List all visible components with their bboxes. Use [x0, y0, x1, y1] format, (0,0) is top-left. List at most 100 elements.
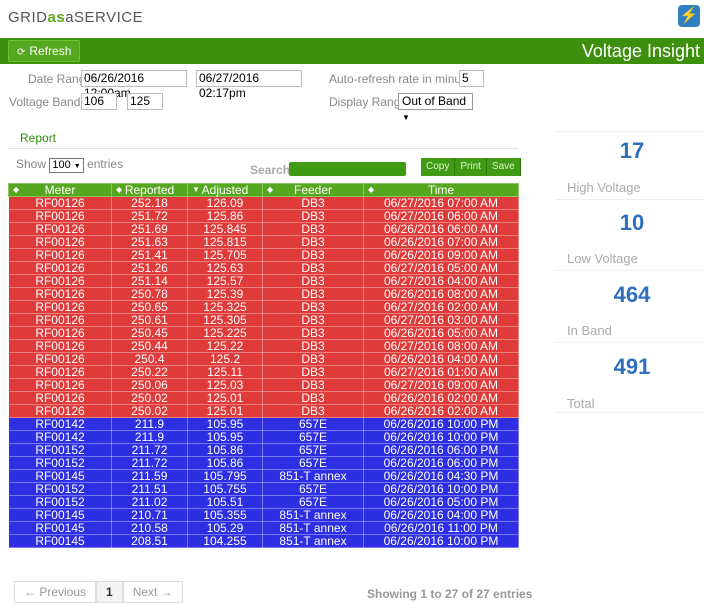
- cell-feeder: DB3: [262, 222, 364, 236]
- table-row[interactable]: RF00145 211.59 105.795 851-T annex 06/26/201…: [8, 469, 519, 483]
- cell-adjusted: 125.01: [187, 391, 263, 405]
- display-range-value: Out of Band: [402, 94, 467, 108]
- cell-meter: RF00126: [8, 339, 112, 353]
- page-1-button[interactable]: 1: [96, 581, 123, 603]
- next-button[interactable]: Next →: [122, 581, 183, 603]
- cell-feeder: DB3: [262, 352, 364, 366]
- cell-feeder: DB3: [262, 196, 364, 210]
- cell-time: 06/27/2016 05:00 AM: [363, 261, 519, 275]
- table-row[interactable]: RF00152 211.51 105.755 657E 06/26/2016 10:00…: [8, 482, 519, 496]
- page-length-control: Show 100 ▼ entries: [16, 157, 123, 173]
- cell-time: 06/26/2016 06:00 AM: [363, 222, 519, 236]
- cell-adjusted: 125.845: [187, 222, 263, 236]
- voltage-table: ◆ Meter ◆ Reported ▼ Adjusted ◆ Feeder ◆ Time RF0…: [8, 183, 519, 548]
- cell-time: 06/27/2016 06:00 AM: [363, 209, 519, 223]
- column-header-feeder[interactable]: ◆ Feeder: [262, 183, 364, 197]
- table-row[interactable]: RF00126 251.41 125.705 DB3 06/26/2016 09:00 …: [8, 248, 519, 262]
- page-length-select[interactable]: 100 ▼: [49, 158, 84, 173]
- cell-feeder: 657E: [262, 417, 364, 431]
- table-row[interactable]: RF00145 210.71 105.355 851-T annex 06/26/201…: [8, 508, 519, 522]
- cell-reported: 252.18: [111, 196, 188, 210]
- cell-reported: 250.65: [111, 300, 188, 314]
- table-row[interactable]: RF00145 210.58 105.29 851-T annex 06/26/2016…: [8, 521, 519, 535]
- total-count: 491: [613, 354, 651, 379]
- table-row[interactable]: RF00152 211.72 105.86 657E 06/26/2016 06:00 …: [8, 456, 519, 470]
- table-row[interactable]: RF00126 250.45 125.225 DB3 06/26/2016 05:00 …: [8, 326, 519, 340]
- cell-meter: RF00152: [8, 482, 112, 496]
- column-header-label: Feeder: [293, 183, 333, 197]
- table-row[interactable]: RF00126 251.14 125.57 DB3 06/27/2016 04:00 A…: [8, 274, 519, 288]
- table-row[interactable]: RF00145 208.51 104.255 851-T annex 06/26/201…: [8, 534, 519, 548]
- stat-divider: [556, 270, 704, 271]
- table-row[interactable]: RF00126 250.65 125.325 DB3 06/27/2016 02:00 …: [8, 300, 519, 314]
- cell-meter: RF00126: [8, 248, 112, 262]
- display-range-label: Display Range: [329, 95, 408, 109]
- auto-refresh-input[interactable]: 5: [459, 70, 484, 87]
- table-row[interactable]: RF00126 250.02 125.01 DB3 06/26/2016 02:00 A…: [8, 391, 519, 405]
- table-row[interactable]: RF00142 211.9 105.95 657E 06/26/2016 10:00 P…: [8, 417, 519, 431]
- cell-adjusted: 104.255: [187, 534, 263, 548]
- cell-feeder: DB3: [262, 378, 364, 392]
- cell-reported: 211.9: [111, 430, 188, 444]
- cell-time: 06/26/2016 08:00 AM: [363, 287, 519, 301]
- table-row[interactable]: RF00126 250.78 125.39 DB3 06/26/2016 08:00 A…: [8, 287, 519, 301]
- cell-feeder: DB3: [262, 326, 364, 340]
- copy-button[interactable]: Copy: [421, 158, 456, 176]
- search-input[interactable]: [289, 162, 406, 176]
- table-row[interactable]: RF00152 211.02 105.51 657E 06/26/2016 05:00 …: [8, 495, 519, 509]
- cell-adjusted: 125.11: [187, 365, 263, 379]
- high-voltage-label: High Voltage: [567, 180, 641, 195]
- low-voltage-label: Low Voltage: [567, 251, 638, 266]
- sort-icon: ◆: [13, 185, 20, 194]
- cell-time: 06/26/2016 04:00 AM: [363, 352, 519, 366]
- cell-reported: 250.02: [111, 404, 188, 418]
- table-row[interactable]: RF00126 250.06 125.03 DB3 06/27/2016 09:00 A…: [8, 378, 519, 392]
- table-row[interactable]: RF00126 250.02 125.01 DB3 06/26/2016 02:00 A…: [8, 404, 519, 418]
- save-button[interactable]: Save: [486, 158, 521, 176]
- column-header-label: Reported: [124, 183, 175, 197]
- tab-divider: [8, 148, 518, 149]
- stat-divider: [556, 199, 704, 200]
- cell-time: 06/26/2016 07:00 AM: [363, 235, 519, 249]
- table-row[interactable]: RF00126 250.22 125.11 DB3 06/27/2016 01:00 A…: [8, 365, 519, 379]
- cell-reported: 250.44: [111, 339, 188, 353]
- cell-feeder: DB3: [262, 365, 364, 379]
- table-row[interactable]: RF00126 251.69 125.845 DB3 06/26/2016 06:00 …: [8, 222, 519, 236]
- cell-meter: RF00126: [8, 365, 112, 379]
- cell-meter: RF00145: [8, 508, 112, 522]
- column-header-reported[interactable]: ◆ Reported: [111, 183, 188, 197]
- table-row[interactable]: RF00126 250.4 125.2 DB3 06/26/2016 04:00 AM: [8, 352, 519, 366]
- table-row[interactable]: RF00152 211.72 105.86 657E 06/26/2016 06:00 …: [8, 443, 519, 457]
- tab-report[interactable]: Report: [20, 131, 56, 145]
- band-low-input[interactable]: 106: [81, 93, 117, 110]
- app-title: Voltage Insight: [581, 41, 700, 61]
- date-to-input[interactable]: 06/27/2016 02:17pm: [196, 70, 302, 100]
- column-header-meter[interactable]: ◆ Meter: [8, 183, 112, 197]
- table-row[interactable]: RF00126 250.44 125.22 DB3 06/27/2016 08:00 A…: [8, 339, 519, 353]
- date-from-input[interactable]: 06/26/2016 12:00am: [81, 70, 187, 100]
- display-range-select[interactable]: Out of Band ▼: [398, 93, 473, 122]
- pagination: ← Previous 1 Next →: [14, 581, 183, 603]
- refresh-button[interactable]: ⟳ Refresh: [8, 40, 81, 62]
- table-row[interactable]: RF00126 250.61 125.305 DB3 06/27/2016 03:00 …: [8, 313, 519, 327]
- cell-adjusted: 105.29: [187, 521, 263, 535]
- table-row[interactable]: RF00142 211.9 105.95 657E 06/26/2016 10:00 P…: [8, 430, 519, 444]
- print-button[interactable]: Print: [455, 158, 487, 176]
- cell-feeder: DB3: [262, 313, 364, 327]
- table-row[interactable]: RF00126 252.18 126.09 DB3 06/27/2016 07:00 A…: [8, 196, 519, 210]
- column-header-adjusted[interactable]: ▼ Adjusted: [187, 183, 263, 197]
- table-row[interactable]: RF00126 251.72 125.86 DB3 06/27/2016 06:00 A…: [8, 209, 519, 223]
- lightning-bolt-icon[interactable]: ⚡: [678, 5, 700, 27]
- brand-accent: as: [47, 9, 66, 26]
- band-high-input[interactable]: 125: [127, 93, 163, 110]
- header-bar: ⟳ Refresh Voltage Insight: [0, 38, 704, 64]
- cell-reported: 210.58: [111, 521, 188, 535]
- cell-feeder: 851-T annex: [262, 508, 364, 522]
- column-header-time[interactable]: ◆ Time: [363, 183, 519, 197]
- table-row[interactable]: RF00126 251.26 125.63 DB3 06/27/2016 05:00 A…: [8, 261, 519, 275]
- cell-reported: 251.72: [111, 209, 188, 223]
- previous-button[interactable]: ← Previous: [14, 581, 97, 603]
- table-row[interactable]: RF00126 251.63 125.815 DB3 06/26/2016 07:00 …: [8, 235, 519, 249]
- chevron-down-icon: ▼: [402, 113, 410, 122]
- table-info: Showing 1 to 27 of 27 entries: [367, 587, 533, 601]
